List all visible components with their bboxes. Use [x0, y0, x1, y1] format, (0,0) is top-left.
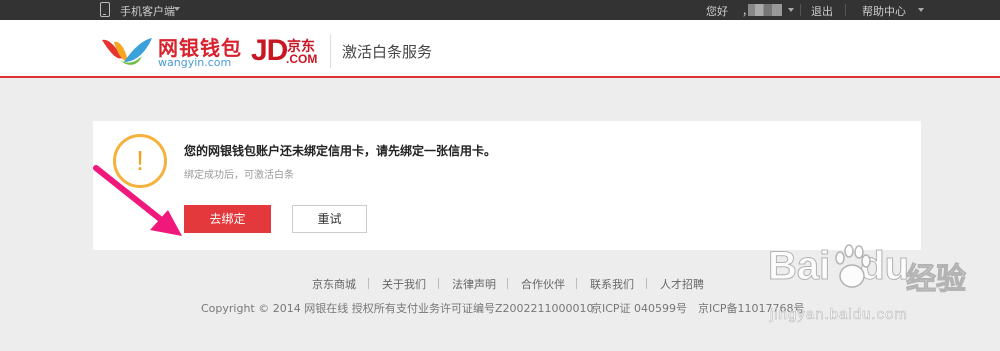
logout-link[interactable]: 退出 [811, 3, 833, 19]
help-center-link[interactable]: 帮助中心 [862, 3, 906, 19]
chevron-down-icon[interactable] [174, 7, 180, 11]
divider [800, 4, 801, 16]
mobile-client-link[interactable]: 手机客户端 [120, 3, 175, 19]
divider [368, 278, 369, 289]
divider [646, 278, 647, 289]
greeting-text: 您好 [706, 5, 728, 18]
license-text: 支付业务许可证编号Z2002211000010 [396, 302, 594, 315]
help-menu-chevron-icon[interactable] [918, 8, 924, 12]
footer-link-partners[interactable]: 合作伙伴 [521, 276, 565, 292]
footer-link-contact[interactable]: 联系我们 [590, 276, 634, 292]
jd-logo[interactable]: JD [251, 34, 288, 68]
top-bar: 手机客户端 您好 ， 退出 帮助中心 [0, 0, 1000, 20]
watermark-cn: 经验 [906, 262, 967, 298]
divider [507, 278, 508, 289]
notice-sub-message: 绑定成功后，可激活白条 [184, 170, 294, 181]
footer-link-about[interactable]: 关于我们 [382, 276, 426, 292]
footer-link-legal[interactable]: 法律声明 [452, 276, 496, 292]
paw-icon [835, 244, 871, 288]
footer-link-jd-mall[interactable]: 京东商城 [312, 276, 356, 292]
wangyin-domain-text: wangyin.com [158, 56, 232, 69]
header-divider [330, 34, 331, 68]
icp-cert-text: 京ICP证 040599号 [591, 302, 688, 315]
site-header: 网银钱包 wangyin.com JD 京东 .COM 激活白条服务 [0, 20, 1000, 78]
watermark-url: jingyan.baidu.com [770, 306, 908, 324]
wangyin-logo-icon[interactable] [98, 34, 154, 74]
copyright-text: Copyright © 2014 网银在线 授权所有 [201, 302, 396, 315]
jd-logo-com: .COM [286, 52, 318, 66]
notice-panel: ! 您的网银钱包账户还未绑定信用卡，请先绑定一张信用卡。 绑定成功后，可激活白条… [93, 121, 921, 250]
notice-message: 您的网银钱包账户还未绑定信用卡，请先绑定一张信用卡。 [184, 144, 497, 158]
divider [576, 278, 577, 289]
phone-icon [100, 2, 110, 17]
page-title: 激活白条服务 [342, 43, 433, 61]
retry-button[interactable]: 重试 [292, 205, 367, 233]
baidu-jingyan-watermark: Bai du 经验 jingyan.baidu.com [760, 242, 990, 332]
divider [438, 278, 439, 289]
annotation-arrow-icon [93, 165, 182, 236]
footer-link-careers[interactable]: 人才招聘 [660, 276, 704, 292]
divider [845, 4, 846, 16]
username-blurred[interactable] [748, 4, 782, 16]
bind-card-button[interactable]: 去绑定 [184, 205, 271, 233]
user-menu-chevron-icon[interactable] [788, 8, 794, 12]
